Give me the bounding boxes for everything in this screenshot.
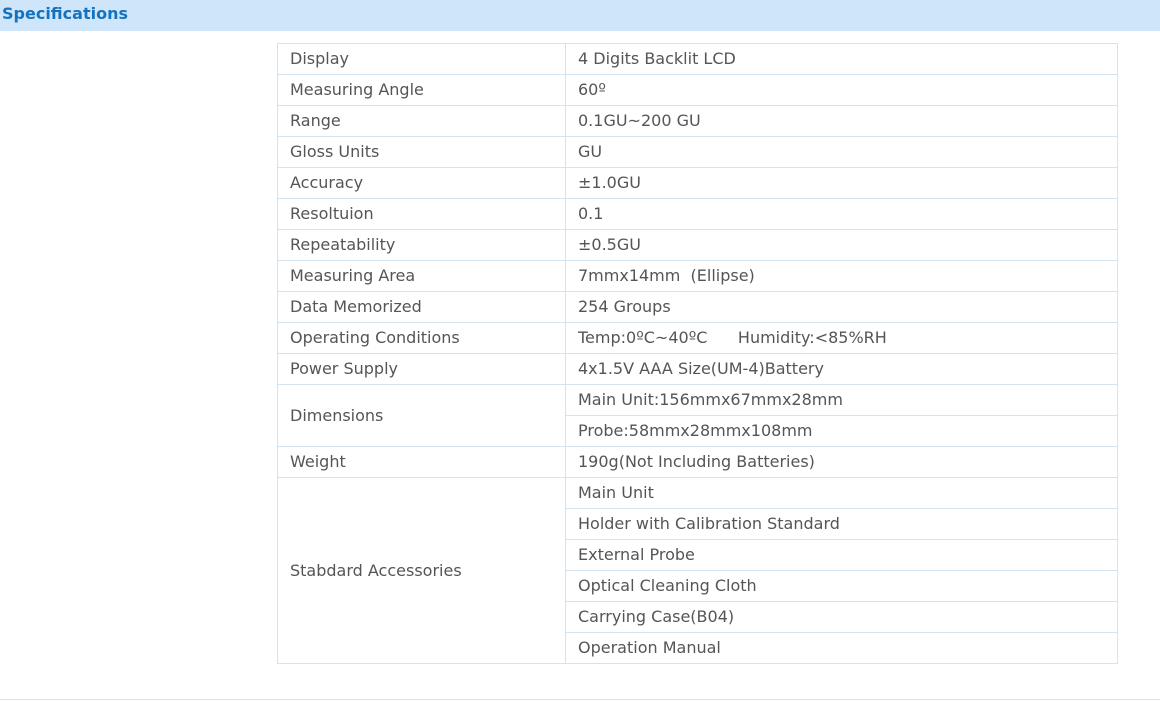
spec-label: Weight bbox=[277, 446, 566, 478]
spec-value: Main Unit bbox=[565, 477, 1118, 509]
spec-label: Repeatability bbox=[277, 229, 566, 261]
spec-label: Gloss Units bbox=[277, 136, 566, 168]
spec-label: Accuracy bbox=[277, 167, 566, 199]
section-title: Specifications bbox=[2, 4, 128, 23]
spec-value: Operation Manual bbox=[565, 632, 1118, 664]
spec-row: Resoltuion 0.1 bbox=[277, 198, 1118, 230]
spec-value: 4x1.5V AAA Size(UM-4)Battery bbox=[565, 353, 1118, 385]
spec-row: Measuring Angle 60º bbox=[277, 74, 1118, 106]
section-header-bar: Specifications bbox=[0, 0, 1160, 31]
spec-label: Display bbox=[277, 43, 566, 75]
spec-value: Main Unit:156mmx67mmx28mm bbox=[565, 384, 1118, 416]
spec-value: GU bbox=[565, 136, 1118, 168]
spec-value: 60º bbox=[565, 74, 1118, 106]
spec-value: Probe:58mmx28mmx108mm bbox=[565, 415, 1118, 447]
spec-value: Carrying Case(B04) bbox=[565, 601, 1118, 633]
spec-value: External Probe bbox=[565, 539, 1118, 571]
spec-value: Holder with Calibration Standard bbox=[565, 508, 1118, 540]
spec-row: Data Memorized 254 Groups bbox=[277, 291, 1118, 323]
spec-value: 190g(Not Including Batteries) bbox=[565, 446, 1118, 478]
spec-value: ±0.5GU bbox=[565, 229, 1118, 261]
specifications-table: Display 4 Digits Backlit LCD Measuring Ang… bbox=[277, 43, 1118, 664]
spec-row: Gloss Units GU bbox=[277, 136, 1118, 168]
spec-row: Accuracy ±1.0GU bbox=[277, 167, 1118, 199]
spec-label: Power Supply bbox=[277, 353, 566, 385]
spec-value: 0.1 bbox=[565, 198, 1118, 230]
spec-value: 4 Digits Backlit LCD bbox=[565, 43, 1118, 75]
spec-value: 0.1GU~200 GU bbox=[565, 105, 1118, 137]
spec-label: Operating Conditions bbox=[277, 322, 566, 354]
spec-row: Operating Conditions Temp:0ºC~40ºC Humidi… bbox=[277, 322, 1118, 354]
spec-label: Measuring Angle bbox=[277, 74, 566, 106]
spec-value: 254 Groups bbox=[565, 291, 1118, 323]
spec-row: Stabdard Accessories Main Unit bbox=[277, 477, 1118, 664]
spec-row: Weight 190g(Not Including Batteries) bbox=[277, 446, 1118, 478]
spec-row: Dimensions Main Unit:156mmx67mmx28mm bbox=[277, 384, 1118, 447]
specifications-table-body: Display 4 Digits Backlit LCD Measuring Ang… bbox=[277, 43, 1118, 664]
spec-label: Dimensions bbox=[277, 384, 566, 447]
spec-row: Repeatability ±0.5GU bbox=[277, 229, 1118, 261]
spec-label: Data Memorized bbox=[277, 291, 566, 323]
spec-value: 7mmx14mm (Ellipse) bbox=[565, 260, 1118, 292]
spec-row: Display 4 Digits Backlit LCD bbox=[277, 43, 1118, 75]
spec-label: Stabdard Accessories bbox=[277, 477, 566, 664]
spec-label: Measuring Area bbox=[277, 260, 566, 292]
spec-value: Temp:0ºC~40ºC Humidity:<85%RH bbox=[565, 322, 1118, 354]
spec-row: Range 0.1GU~200 GU bbox=[277, 105, 1118, 137]
spec-value: Optical Cleaning Cloth bbox=[565, 570, 1118, 602]
spec-label: Resoltuion bbox=[277, 198, 566, 230]
spec-label: Range bbox=[277, 105, 566, 137]
footer-divider bbox=[0, 699, 1160, 700]
spec-row: Power Supply 4x1.5V AAA Size(UM-4)Battery bbox=[277, 353, 1118, 385]
spec-value: ±1.0GU bbox=[565, 167, 1118, 199]
spec-row: Measuring Area 7mmx14mm (Ellipse) bbox=[277, 260, 1118, 292]
